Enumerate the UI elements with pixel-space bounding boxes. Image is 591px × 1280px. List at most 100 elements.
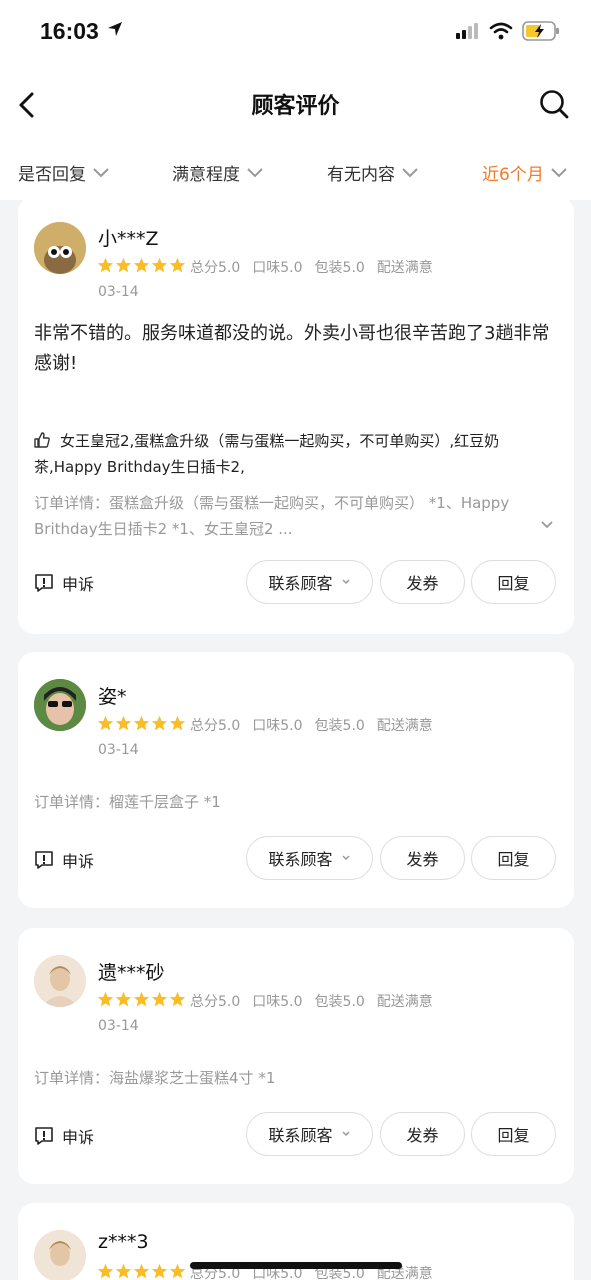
filter-label: 有无内容 [327, 165, 395, 185]
review-card: 遗***砂 总分5.0 口味5.0 包装5.0 配送满意 03-14 订单详情：海盐爆… [18, 928, 574, 1184]
score-delivery: 配送满意 [376, 718, 433, 734]
star-rating [97, 715, 187, 732]
reviewer-name: 遗***砂 [98, 962, 165, 984]
order-details: 订单详情：海盐爆浆芝士蛋糕4寸 *1 [34, 1069, 276, 1087]
reviewer-name: z***3 [98, 1231, 149, 1253]
chevron-down-icon [402, 167, 418, 177]
coupon-label: 发券 [406, 850, 439, 869]
star-rating [97, 1263, 187, 1280]
avatar [34, 222, 86, 274]
star-icon [115, 257, 132, 273]
contact-label: 联系顾客 [268, 850, 333, 869]
search-icon[interactable] [538, 88, 570, 120]
score-taste: 口味5.0 [252, 260, 303, 276]
star-icon [133, 715, 150, 731]
contact-customer-button[interactable]: 联系顾客 [246, 836, 373, 880]
star-icon [133, 991, 150, 1007]
score-package: 包装5.0 [314, 260, 365, 276]
star-rating [97, 257, 187, 274]
score-total: 总分5.0 [190, 994, 241, 1010]
score-total: 总分5.0 [190, 260, 241, 276]
avatar [34, 679, 86, 731]
battery-icon [522, 21, 559, 41]
review-date: 03-14 [98, 284, 139, 300]
star-rating [97, 991, 187, 1008]
home-indicator[interactable] [190, 1262, 402, 1269]
star-icon [115, 715, 132, 731]
score-taste: 口味5.0 [252, 718, 303, 734]
liked-items-text: 女王皇冠2,蛋糕盒升级（需与蛋糕一起购买，不可单购买）,红豆奶茶,Happy B… [34, 432, 500, 476]
star-icon [97, 715, 114, 731]
score-taste: 口味5.0 [252, 994, 303, 1010]
star-icon [97, 991, 114, 1007]
liked-items: 女王皇冠2,蛋糕盒升级（需与蛋糕一起购买，不可单购买）,红豆奶茶,Happy B… [34, 428, 558, 480]
cellular-signal-icon [456, 23, 478, 39]
contact-label: 联系顾客 [268, 1126, 333, 1145]
score-delivery: 配送满意 [376, 994, 433, 1010]
score-summary: 总分5.0 口味5.0 包装5.0 配送满意 [190, 991, 445, 1011]
coupon-button[interactable]: 发券 [380, 836, 465, 880]
chevron-down-icon [551, 167, 567, 177]
filter-satisfaction[interactable]: 满意程度 [172, 160, 264, 185]
contact-customer-button[interactable]: 联系顾客 [246, 560, 373, 604]
score-summary: 总分5.0 口味5.0 包装5.0 配送满意 [190, 715, 445, 735]
chevron-down-icon [247, 167, 263, 177]
status-time: 16:03 [40, 18, 99, 44]
appeal-button[interactable]: 申诉 [34, 1124, 94, 1148]
coupon-button[interactable]: 发券 [380, 1112, 465, 1156]
score-summary: 总分5.0 口味5.0 包装5.0 配送满意 [190, 257, 445, 277]
score-package: 包装5.0 [314, 994, 365, 1010]
chevron-down-icon [93, 167, 109, 177]
coupon-button[interactable]: 发券 [380, 560, 465, 604]
coupon-label: 发券 [406, 574, 439, 593]
star-icon [169, 257, 186, 273]
star-icon [115, 1263, 132, 1279]
star-icon [169, 715, 186, 731]
reply-button[interactable]: 回复 [471, 836, 556, 880]
review-card: 姿* 总分5.0 口味5.0 包装5.0 配送满意 03-14 订单详情：榴莲千层盒子… [18, 652, 574, 908]
filter-label: 近6个月 [482, 165, 544, 185]
star-icon [151, 257, 168, 273]
appeal-button[interactable]: 申诉 [34, 571, 94, 595]
filter-reply-status[interactable]: 是否回复 [18, 160, 110, 185]
filter-time-range[interactable]: 近6个月 [482, 160, 568, 185]
order-details: 订单详情：榴莲千层盒子 *1 [34, 793, 221, 811]
filter-has-content[interactable]: 有无内容 [327, 160, 419, 185]
status-bar: 16:03 [0, 0, 591, 64]
reply-label: 回复 [497, 850, 530, 869]
chevron-down-icon [341, 1131, 350, 1137]
report-icon [35, 851, 53, 869]
chevron-down-icon[interactable] [540, 520, 554, 530]
filter-bar: 是否回复 满意程度 有无内容 近6个月 [0, 144, 591, 200]
star-icon [133, 257, 150, 273]
reply-button[interactable]: 回复 [471, 560, 556, 604]
avatar [34, 955, 86, 1007]
contact-customer-button[interactable]: 联系顾客 [246, 1112, 373, 1156]
report-icon [35, 574, 53, 592]
coupon-label: 发券 [406, 1126, 439, 1145]
review-card: 小***Z 总分5.0 口味5.0 包装5.0 配送满意 03-14 非常不错的。服务… [18, 196, 574, 634]
review-content: 非常不错的。服务味道都没的说。外卖小哥也很辛苦跑了3趟非常感谢! [34, 323, 550, 374]
reply-label: 回复 [497, 1126, 530, 1145]
reply-button[interactable]: 回复 [471, 1112, 556, 1156]
appeal-label: 申诉 [62, 852, 95, 871]
reviewer-name: 姿* [98, 686, 127, 708]
nav-bar: 顾客评价 [0, 64, 591, 144]
star-icon [169, 1263, 186, 1279]
chevron-down-icon [341, 855, 350, 861]
star-icon [151, 991, 168, 1007]
thumbs-up-icon [34, 432, 50, 448]
appeal-button[interactable]: 申诉 [34, 848, 94, 872]
order-details: 订单详情：蛋糕盒升级（需与蛋糕一起购买，不可单购买） *1、Happy Brit… [34, 494, 510, 538]
star-icon [151, 1263, 168, 1279]
reviewer-name: 小***Z [98, 228, 159, 250]
star-icon [151, 715, 168, 731]
wifi-icon [489, 22, 513, 40]
filter-label: 满意程度 [172, 165, 240, 185]
filter-label: 是否回复 [18, 165, 86, 185]
appeal-label: 申诉 [62, 575, 95, 594]
contact-label: 联系顾客 [268, 574, 333, 593]
appeal-label: 申诉 [62, 1128, 95, 1147]
star-icon [97, 257, 114, 273]
star-icon [169, 991, 186, 1007]
